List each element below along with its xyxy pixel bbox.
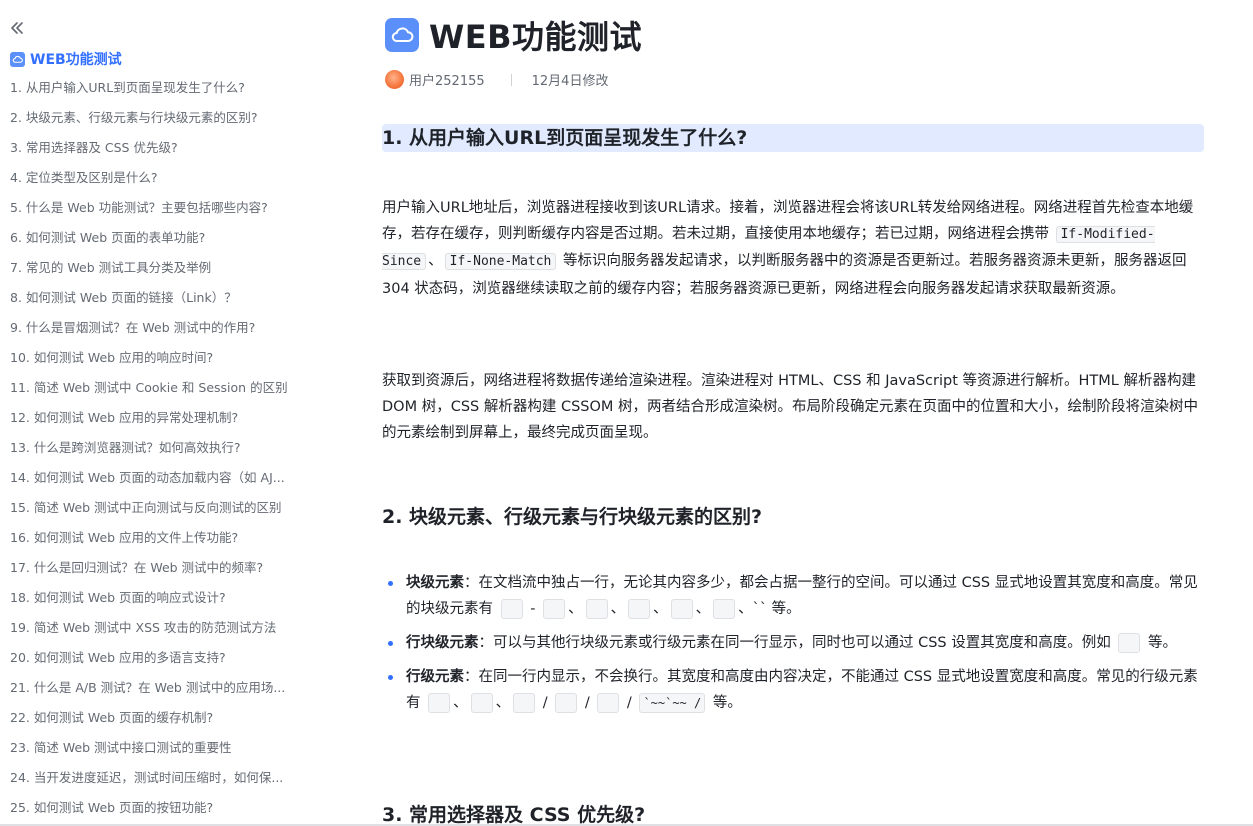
collapse-sidebar-icon[interactable] — [8, 19, 26, 37]
paragraph: 获取到资源后，网络进程将数据传递给渲染进程。渲染进程对 HTML、CSS 和 J… — [382, 373, 1199, 442]
section-title: 3. 常用选择器及 CSS 优先级? — [382, 804, 646, 826]
toc-item[interactable]: 24. 当开发进度延迟，测试时间压缩时，如何保... — [10, 768, 315, 798]
toc-item[interactable]: 5. 什么是 Web 功能测试？主要包括哪些内容? — [10, 198, 315, 228]
toc-item[interactable]: 8. 如何测试 Web 页面的链接（Link）？ — [10, 288, 315, 318]
toc-item[interactable]: 10. 如何测试 Web 应用的响应时间? — [10, 348, 315, 378]
toc-item[interactable]: 9. 什么是冒烟测试？在 Web 测试中的作用? — [10, 318, 315, 348]
toc-item[interactable]: 21. 什么是 A/B 测试？在 Web 测试中的应用场... — [10, 678, 315, 708]
toc-item[interactable]: 25. 如何测试 Web 页面的按钮功能? — [10, 798, 315, 826]
toc-item[interactable]: 16. 如何测试 Web 应用的文件上传功能? — [10, 528, 315, 558]
toc-item[interactable]: 14. 如何测试 Web 页面的动态加载内容（如 AJ... — [10, 468, 315, 498]
toc-item[interactable]: 6. 如何测试 Web 页面的表单功能? — [10, 228, 315, 258]
bullet-list: 块级元素：在文档流中独占一行，无论其内容多少，都会占据一整行的空间。可以通过 C… — [382, 570, 1204, 724]
toc-item[interactable]: 19. 简述 Web 测试中 XSS 攻击的防范测试方法 — [10, 618, 315, 648]
toc-title-label: WEB功能测试 — [30, 52, 122, 68]
meta-divider — [510, 73, 512, 86]
toc-item[interactable]: 23. 简述 Web 测试中接口测试的重要性 — [10, 738, 315, 768]
toc-item[interactable]: 18. 如何测试 Web 页面的响应式设计? — [10, 588, 315, 618]
list-item: 行块级元素：可以与其他行块级元素或行级元素在同一行显示，同时也可以通过 CSS … — [382, 630, 1204, 656]
toc-item[interactable]: 2. 块级元素、行级元素与行块级元素的区别? — [10, 108, 315, 138]
toc-item[interactable]: 12. 如何测试 Web 应用的异常处理机制? — [10, 408, 315, 438]
inline-code — [670, 599, 693, 619]
bullet-label: 行级元素 — [406, 669, 464, 685]
toc-item[interactable]: 1. 从用户输入URL到页面呈现发生了什么? — [10, 78, 315, 108]
bullet-label: 块级元素 — [406, 575, 464, 591]
toc-item[interactable]: 11. 简述 Web 测试中 Cookie 和 Session 的区别 — [10, 378, 315, 408]
paragraph-text: 、 — [428, 253, 443, 270]
cloud-doc-icon — [10, 51, 25, 67]
list-item: 块级元素：在文档流中独占一行，无论其内容多少，都会占据一整行的空间。可以通过 C… — [382, 570, 1204, 622]
bullet-text: 等。 — [1143, 635, 1177, 651]
section-title: 1. 从用户输入URL到页面呈现发生了什么? — [382, 127, 748, 149]
toc-item[interactable]: 15. 简述 Web 测试中正向测试与反向测试的区别 — [10, 498, 315, 528]
inline-code — [555, 693, 578, 713]
toc-sidebar: WEB功能测试 1. 从用户输入URL到页面呈现发生了什么? 2. 块级元素、行… — [0, 0, 330, 826]
cloud-doc-icon — [385, 18, 419, 52]
avatar[interactable] — [385, 70, 404, 89]
inline-code — [628, 599, 651, 619]
section-title: 2. 块级元素、行级元素与行块级元素的区别? — [382, 506, 763, 528]
inline-code — [513, 693, 536, 713]
doc-header: WEB功能测试 — [385, 12, 642, 58]
modified-time: 12月4日修改 — [531, 74, 609, 89]
inline-code — [597, 693, 620, 713]
toc-list: 1. 从用户输入URL到页面呈现发生了什么? 2. 块级元素、行级元素与行块级元… — [10, 78, 315, 826]
toc-item[interactable]: 17. 什么是回归测试？在 Web 测试中的频率? — [10, 558, 315, 588]
toc-item[interactable]: 3. 常用选择器及 CSS 优先级? — [10, 138, 315, 168]
bullet-text: 等。 — [771, 601, 801, 617]
inline-code — [543, 599, 566, 619]
toc-item[interactable]: 4. 定位类型及区别是什么? — [10, 168, 315, 198]
author-name[interactable]: 用户252155 — [409, 70, 485, 89]
inline-code — [500, 599, 523, 619]
doc-meta: 用户252155 12月4日修改 — [385, 70, 608, 89]
toc-item[interactable]: 13. 什么是跨浏览器测试？如何高效执行? — [10, 438, 315, 468]
inline-code: `~~`~~ / — [639, 693, 706, 713]
toc-item[interactable]: 22. 如何测试 Web 页面的缓存机制? — [10, 708, 315, 738]
inline-code — [470, 693, 493, 713]
toc-item[interactable]: 20. 如何测试 Web 应用的多语言支持? — [10, 648, 315, 678]
inline-code — [1118, 633, 1141, 653]
bullet-text: 等。 — [708, 695, 742, 711]
section-heading-highlighted: 1. 从用户输入URL到页面呈现发生了什么? — [382, 124, 1204, 152]
bullet-text: ：可以与其他行块级元素或行级元素在同一行显示，同时也可以通过 CSS 设置其宽度… — [478, 635, 1116, 651]
inline-code — [713, 599, 736, 619]
bullet-text: ：在文档流中独占一行，无论其内容多少，都会占据一整行的空间。可以通过 CSS 显… — [406, 575, 1198, 617]
list-item: 行级元素：在同一行内显示，不会换行。其宽度和高度由内容决定，不能通过 CSS 显… — [382, 664, 1204, 716]
page-title: WEB功能测试 — [429, 18, 643, 56]
inline-code — [428, 693, 451, 713]
bullet-label: 行块级元素 — [406, 635, 479, 651]
paragraph: 用户输入URL地址后，浏览器进程接收到该URL请求。接着，浏览器进程会将该URL… — [382, 195, 1204, 302]
inline-code: If-None-Match — [444, 253, 557, 271]
toc-item[interactable]: 7. 常见的 Web 测试工具分类及举例 — [10, 258, 315, 288]
toc-doc-title[interactable]: WEB功能测试 — [10, 49, 122, 69]
inline-code — [585, 599, 608, 619]
